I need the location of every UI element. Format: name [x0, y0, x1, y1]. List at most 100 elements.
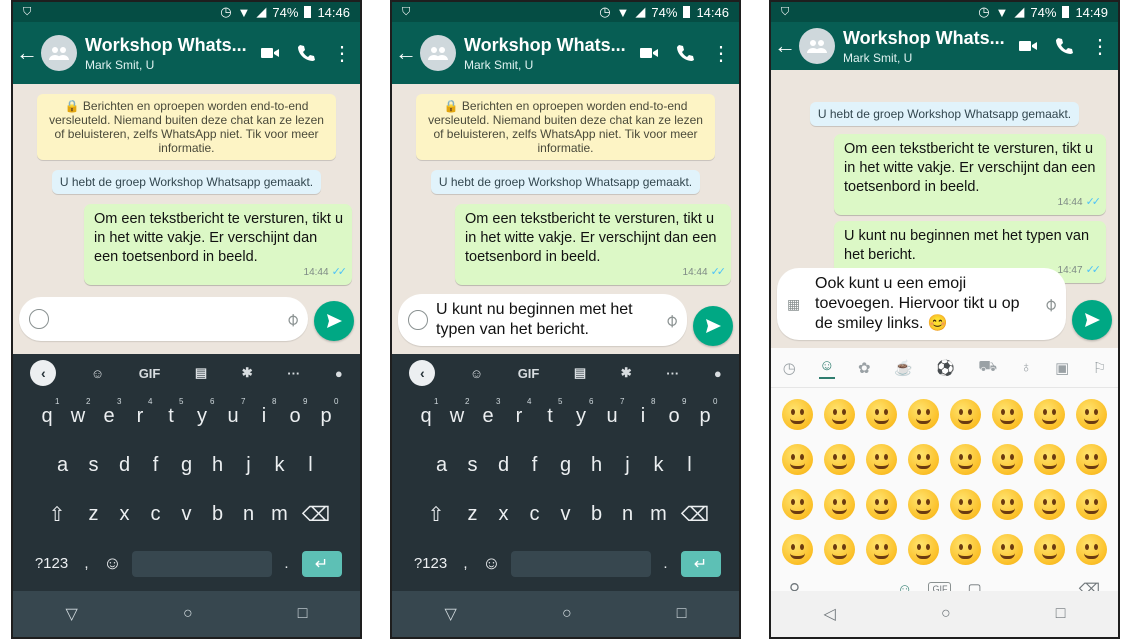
key-i[interactable]: i8 [628, 397, 659, 428]
key-u[interactable]: u7 [218, 397, 249, 428]
emoji-icon[interactable] [824, 534, 856, 565]
nav-recents-icon[interactable]: □ [677, 605, 687, 623]
message-input[interactable]: Ook kunt u een emoji toevoegen. Hiervoor… [807, 274, 1045, 334]
settings-icon[interactable]: ✱ [621, 365, 632, 381]
key-r[interactable]: r4 [125, 397, 156, 428]
enter-icon[interactable]: ↵ [680, 550, 721, 577]
group-avatar-icon[interactable] [41, 35, 77, 71]
space-bar[interactable] [510, 550, 651, 577]
phone-icon[interactable] [288, 33, 324, 73]
key-d[interactable]: d [109, 454, 140, 477]
chat-title-block[interactable]: Workshop Whats... Mark Smit, U [843, 28, 1010, 65]
keyboard-icon[interactable]: ▦ [787, 296, 807, 313]
key-l[interactable]: l [295, 454, 326, 477]
key-c[interactable]: c [140, 503, 171, 526]
nav-home-icon[interactable]: ○ [183, 605, 193, 623]
collapse-toolbar-icon[interactable]: ‹ [30, 360, 57, 386]
send-button[interactable] [1072, 300, 1112, 340]
key-v[interactable]: v [550, 503, 581, 526]
encryption-notice[interactable]: 🔒 Berichten en oproepen worden end-to-en… [37, 94, 336, 160]
key-f[interactable]: f [140, 454, 171, 477]
key-a[interactable]: a [426, 454, 457, 477]
key-h[interactable]: h [581, 454, 612, 477]
emoji-icon[interactable] [824, 489, 856, 520]
group-avatar-icon[interactable] [799, 28, 835, 64]
comma-key[interactable]: , [459, 555, 473, 572]
chat-title-block[interactable]: Workshop Whats... Mark Smit, U [85, 35, 252, 72]
numbers-key[interactable]: ?123 [411, 555, 451, 572]
message-bubble[interactable]: Om een tekstbericht te versturen, tikt u… [455, 204, 731, 285]
key-s[interactable]: s [457, 454, 488, 477]
key-p[interactable]: p0 [690, 397, 721, 428]
video-call-icon[interactable] [631, 33, 667, 73]
message-bubble[interactable]: Om een tekstbericht te versturen, tikt u… [834, 134, 1106, 215]
emoji-icon[interactable] [782, 534, 814, 565]
settings-icon[interactable]: ✱ [242, 365, 253, 381]
nav-back-icon[interactable]: ◁ [824, 604, 836, 624]
key-e[interactable]: e3 [94, 397, 125, 428]
more-icon[interactable]: ⋮ [1082, 26, 1118, 66]
key-n[interactable]: n [612, 503, 643, 526]
emoji-icon[interactable] [1075, 444, 1107, 475]
emoji-icon[interactable] [824, 444, 856, 475]
clipboard-icon[interactable]: ▤ [195, 365, 207, 381]
key-a[interactable]: a [47, 454, 78, 477]
smiley-icon[interactable] [408, 310, 428, 330]
mic-icon[interactable]: ● [335, 366, 343, 381]
key-i[interactable]: i8 [249, 397, 280, 428]
nav-home-icon[interactable]: ○ [941, 605, 951, 623]
more-icon[interactable]: ··· [666, 366, 679, 381]
emoji-icon[interactable] [949, 489, 981, 520]
period-key[interactable]: . [280, 555, 294, 572]
key-c[interactable]: c [519, 503, 550, 526]
nav-recents-icon[interactable]: □ [298, 605, 308, 623]
key-g[interactable]: g [550, 454, 581, 477]
collapse-toolbar-icon[interactable]: ‹ [409, 360, 436, 386]
key-z[interactable]: z [78, 503, 109, 526]
group-avatar-icon[interactable] [420, 35, 456, 71]
key-v[interactable]: v [171, 503, 202, 526]
key-y[interactable]: y6 [566, 397, 597, 428]
enter-icon[interactable]: ↵ [301, 550, 342, 577]
flags-category-icon[interactable]: ⚐ [1093, 359, 1106, 377]
gif-button[interactable]: GIF [518, 366, 540, 381]
more-icon[interactable]: ⋮ [324, 33, 360, 73]
emoji-icon[interactable] [949, 399, 981, 430]
send-button[interactable] [693, 306, 733, 346]
key-j[interactable]: j [233, 454, 264, 477]
backspace-icon[interactable]: ⌫ [674, 502, 716, 527]
smileys-category-icon[interactable]: ☺ [819, 357, 835, 379]
emoji-key-icon[interactable]: ☺ [481, 553, 503, 574]
key-b[interactable]: b [581, 503, 612, 526]
key-k[interactable]: k [264, 454, 295, 477]
emoji-icon[interactable] [991, 399, 1023, 430]
emoji-icon[interactable] [866, 399, 898, 430]
video-call-icon[interactable] [1010, 26, 1046, 66]
key-h[interactable]: h [202, 454, 233, 477]
key-m[interactable]: m [264, 503, 295, 526]
video-call-icon[interactable] [252, 33, 288, 73]
key-g[interactable]: g [171, 454, 202, 477]
key-o[interactable]: o9 [280, 397, 311, 428]
emoji-icon[interactable] [866, 444, 898, 475]
key-s[interactable]: s [78, 454, 109, 477]
chat-title-block[interactable]: Workshop Whats... Mark Smit, U [464, 35, 631, 72]
nav-home-icon[interactable]: ○ [562, 605, 572, 623]
nav-recents-icon[interactable]: □ [1056, 605, 1066, 623]
back-arrow-icon[interactable]: ← [771, 33, 799, 59]
sticker-icon[interactable]: ☺ [470, 366, 483, 381]
shift-icon[interactable]: ⇧ [415, 502, 457, 527]
emoji-icon[interactable] [991, 444, 1023, 475]
key-u[interactable]: u7 [597, 397, 628, 428]
emoji-icon[interactable] [782, 444, 814, 475]
key-m[interactable]: m [643, 503, 674, 526]
nav-back-icon[interactable]: ▽ [66, 604, 78, 624]
message-input-box[interactable]: ▦ Ook kunt u een emoji toevoegen. Hiervo… [777, 268, 1066, 340]
message-input-box[interactable]: ⌀ [19, 297, 308, 341]
clipboard-icon[interactable]: ▤ [574, 365, 586, 381]
emoji-icon[interactable] [782, 489, 814, 520]
emoji-icon[interactable] [908, 399, 940, 430]
key-x[interactable]: x [109, 503, 140, 526]
phone-icon[interactable] [667, 33, 703, 73]
key-w[interactable]: w2 [442, 397, 473, 428]
